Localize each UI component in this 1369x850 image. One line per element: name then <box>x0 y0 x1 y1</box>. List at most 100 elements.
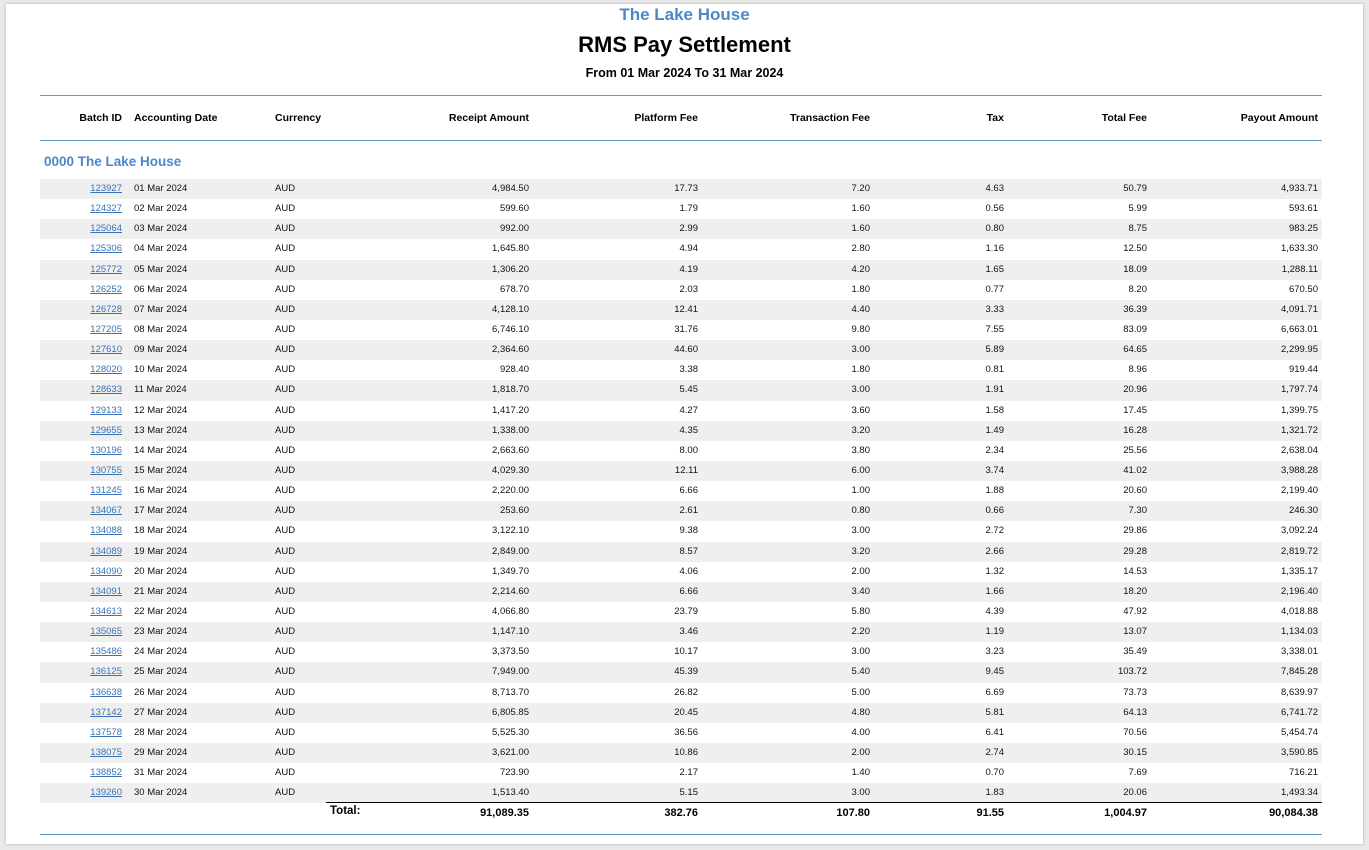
batch-id-link[interactable]: 134091 <box>40 585 122 598</box>
batch-id-link[interactable]: 134089 <box>40 545 122 558</box>
batch-id-link[interactable]: 139260 <box>40 786 122 799</box>
tax-cell: 3.74 <box>985 464 1005 476</box>
batch-id-link[interactable]: 134088 <box>40 524 122 537</box>
batch-id-link[interactable]: 137142 <box>40 706 122 719</box>
total-fee-cell: 41.02 <box>1123 464 1147 476</box>
batch-id-link[interactable]: 123927 <box>40 182 122 195</box>
accounting-date-cell: 16 Mar 2024 <box>134 485 188 497</box>
batch-id-link[interactable]: 125772 <box>40 263 122 276</box>
total-fee-cell: 35.49 <box>1123 646 1147 658</box>
batch-id-link[interactable]: 134067 <box>40 504 122 517</box>
accounting-date-cell: 08 Mar 2024 <box>134 323 188 335</box>
batch-id-link[interactable]: 134090 <box>40 565 122 578</box>
platform-fee-cell: 4.06 <box>679 565 699 577</box>
batch-id-link[interactable]: 129133 <box>40 404 122 417</box>
batch-id-link[interactable]: 127610 <box>40 343 122 356</box>
currency-cell: AUD <box>275 726 296 738</box>
currency-cell: AUD <box>275 424 296 436</box>
transaction-fee-cell: 3.00 <box>851 344 871 356</box>
receipt-amount-cell: 1,306.20 <box>492 263 529 275</box>
currency-cell: AUD <box>275 767 296 779</box>
platform-fee-cell: 3.38 <box>679 364 699 376</box>
table-row: 125064 03 Mar 2024 AUD 992.00 2.99 1.60 0.80 8.… <box>40 219 1322 240</box>
platform-fee-cell: 2.99 <box>679 223 699 235</box>
currency-cell: AUD <box>275 706 296 718</box>
table-row: 128633 11 Mar 2024 AUD 1,818.70 5.45 3.00 1.91… <box>40 380 1322 401</box>
batch-id-link[interactable]: 134613 <box>40 605 122 618</box>
accounting-date-cell: 11 Mar 2024 <box>134 384 187 396</box>
transaction-fee-cell: 5.80 <box>851 605 871 617</box>
platform-fee-cell: 12.41 <box>674 303 698 315</box>
receipt-amount-cell: 599.60 <box>499 203 529 215</box>
tax-cell: 6.69 <box>985 686 1005 698</box>
transaction-fee-cell: 1.80 <box>851 283 871 295</box>
transaction-fee-cell: 3.00 <box>851 646 871 658</box>
total-fee-cell: 18.20 <box>1123 585 1147 597</box>
tax-cell: 2.34 <box>985 444 1005 456</box>
currency-cell: AUD <box>275 223 296 235</box>
batch-id-link[interactable]: 126252 <box>40 283 122 296</box>
currency-cell: AUD <box>275 686 296 698</box>
batch-id-link[interactable]: 131245 <box>40 484 122 497</box>
total-receipt-amount: 91,089.35 <box>480 807 529 819</box>
batch-id-link[interactable]: 137578 <box>40 726 122 739</box>
currency-cell: AUD <box>275 263 296 275</box>
batch-id-link[interactable]: 135486 <box>40 645 122 658</box>
batch-id-link[interactable]: 125064 <box>40 222 122 235</box>
transaction-fee-cell: 3.00 <box>851 384 871 396</box>
transaction-fee-cell: 1.00 <box>851 485 871 497</box>
table-row: 125772 05 Mar 2024 AUD 1,306.20 4.19 4.20 1.65… <box>40 259 1322 280</box>
transaction-fee-cell: 5.00 <box>851 686 871 698</box>
batch-id-link[interactable]: 128633 <box>40 383 122 396</box>
batch-id-link[interactable]: 127205 <box>40 323 122 336</box>
transaction-fee-cell: 3.40 <box>851 585 871 597</box>
table-row: 139260 30 Mar 2024 AUD 1,513.40 5.15 3.00 1.83… <box>40 783 1322 804</box>
tax-cell: 0.66 <box>985 505 1005 517</box>
table-row: 137142 27 Mar 2024 AUD 6,805.85 20.45 4.80 5.8… <box>40 702 1322 723</box>
accounting-date-cell: 20 Mar 2024 <box>134 565 188 577</box>
column-header-tax: Tax <box>986 112 1004 124</box>
payout-amount-cell: 919.44 <box>1288 364 1318 376</box>
transaction-fee-cell: 9.80 <box>851 323 871 335</box>
settlement-rows: 123927 01 Mar 2024 AUD 4,984.50 17.73 7.20 4.6… <box>40 179 1322 804</box>
platform-fee-cell: 6.66 <box>679 585 699 597</box>
currency-cell: AUD <box>275 384 296 396</box>
batch-id-link[interactable]: 136638 <box>40 686 122 699</box>
platform-fee-cell: 45.39 <box>674 666 698 678</box>
batch-id-link[interactable]: 136125 <box>40 665 122 678</box>
platform-fee-cell: 2.17 <box>679 767 699 779</box>
report-page: The Lake House RMS Pay Settlement From 0… <box>6 4 1363 844</box>
report-date-range: From 01 Mar 2024 To 31 Mar 2024 <box>585 66 784 80</box>
table-row: 134090 20 Mar 2024 AUD 1,349.70 4.06 2.00 1.32… <box>40 562 1322 582</box>
receipt-amount-cell: 3,122.10 <box>492 525 529 537</box>
accounting-date-cell: 02 Mar 2024 <box>134 203 188 215</box>
batch-id-link[interactable]: 124327 <box>40 202 122 215</box>
receipt-amount-cell: 1,513.40 <box>492 787 529 799</box>
batch-id-link[interactable]: 138075 <box>40 746 122 759</box>
batch-id-link[interactable]: 129655 <box>40 424 122 437</box>
transaction-fee-cell: 3.00 <box>851 787 871 799</box>
report-title: RMS Pay Settlement <box>578 32 791 57</box>
table-row: 127610 09 Mar 2024 AUD 2,364.60 44.60 3.00 5.8… <box>40 340 1322 361</box>
batch-id-link[interactable]: 130196 <box>40 444 122 457</box>
batch-id-link[interactable]: 130755 <box>40 464 122 477</box>
batch-id-link[interactable]: 126728 <box>40 303 122 316</box>
column-header-total-fee: Total Fee <box>1101 112 1147 124</box>
batch-id-link[interactable]: 125306 <box>40 242 122 255</box>
accounting-date-cell: 15 Mar 2024 <box>134 464 188 476</box>
accounting-date-cell: 19 Mar 2024 <box>134 545 188 557</box>
currency-cell: AUD <box>275 565 296 577</box>
tax-cell: 4.39 <box>985 605 1005 617</box>
currency-cell: AUD <box>275 545 296 557</box>
table-row: 134088 18 Mar 2024 AUD 3,122.10 9.38 3.00 2.72… <box>40 521 1322 541</box>
total-fee-cell: 29.28 <box>1123 545 1147 557</box>
currency-cell: AUD <box>275 303 296 315</box>
batch-id-link[interactable]: 135065 <box>40 625 122 638</box>
batch-id-link[interactable]: 128020 <box>40 363 122 376</box>
receipt-amount-cell: 7,949.00 <box>492 666 529 678</box>
receipt-amount-cell: 4,128.10 <box>492 303 529 315</box>
batch-id-link[interactable]: 138852 <box>40 766 122 779</box>
receipt-amount-cell: 1,818.70 <box>492 384 529 396</box>
receipt-amount-cell: 2,663.60 <box>492 444 529 456</box>
total-fee-cell: 14.53 <box>1123 565 1147 577</box>
